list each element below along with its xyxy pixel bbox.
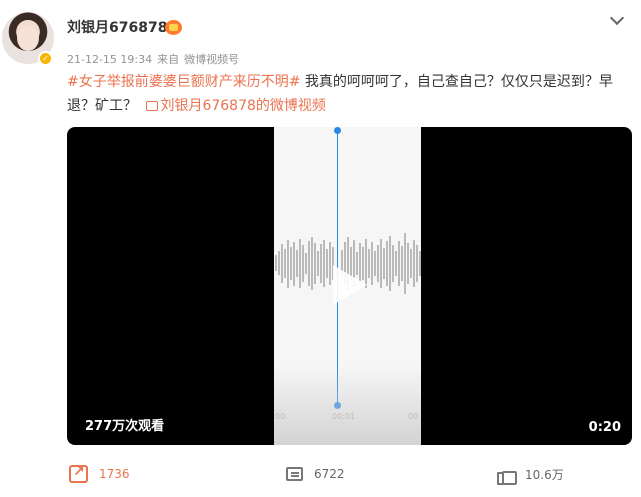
view-count: 277万次观看 — [85, 419, 165, 434]
timeline-mark-middle: 00:01 — [332, 412, 356, 421]
like-button[interactable]: 10.6万 — [497, 462, 564, 486]
avatar-face — [17, 25, 39, 51]
source-prefix: 来自 — [157, 53, 180, 66]
playhead-top-handle — [334, 127, 341, 134]
like-count: 10.6万 — [525, 467, 564, 482]
source-name: 微博视频号 — [184, 53, 240, 66]
post-date[interactable]: 21-12-15 19:34 — [67, 53, 152, 66]
repost-count: 1736 — [99, 467, 130, 481]
comment-icon — [286, 467, 303, 481]
video-duration: 0:20 — [588, 420, 621, 435]
hashtag-link[interactable]: #女子举报前婆婆巨额财产来历不明# — [67, 74, 300, 90]
post-body: #女子举报前婆婆巨额财产来历不明# 我真的呵呵呵了，自己查自己？仅仅只是迟到？早… — [67, 70, 632, 118]
comment-button[interactable]: 6722 — [286, 462, 345, 486]
vip-icon — [165, 20, 182, 35]
video-link[interactable]: 刘银月676878的微博视频 — [160, 98, 325, 114]
post-actions: 1736 6722 10.6万 — [0, 462, 641, 486]
playhead-bottom-handle — [334, 402, 341, 409]
video-link-icon — [146, 101, 159, 111]
repost-icon — [69, 464, 88, 483]
author-name[interactable]: 刘银月676878 — [67, 17, 167, 37]
comment-count: 6722 — [314, 467, 345, 481]
timeline-mark-start: 00 — [275, 412, 286, 421]
play-icon[interactable] — [329, 265, 369, 305]
post-meta: 21-12-15 19:34 来自 微博视频号 — [67, 51, 244, 67]
video-player[interactable]: 00 00:01 00 277万次观看 0:20 — [67, 127, 632, 445]
chevron-down-icon[interactable] — [609, 10, 625, 26]
like-icon — [497, 465, 517, 485]
repost-button[interactable]: 1736 — [69, 462, 130, 486]
timeline-mark-end: 00 — [408, 412, 419, 421]
verified-badge-icon: ✓ — [38, 51, 53, 66]
